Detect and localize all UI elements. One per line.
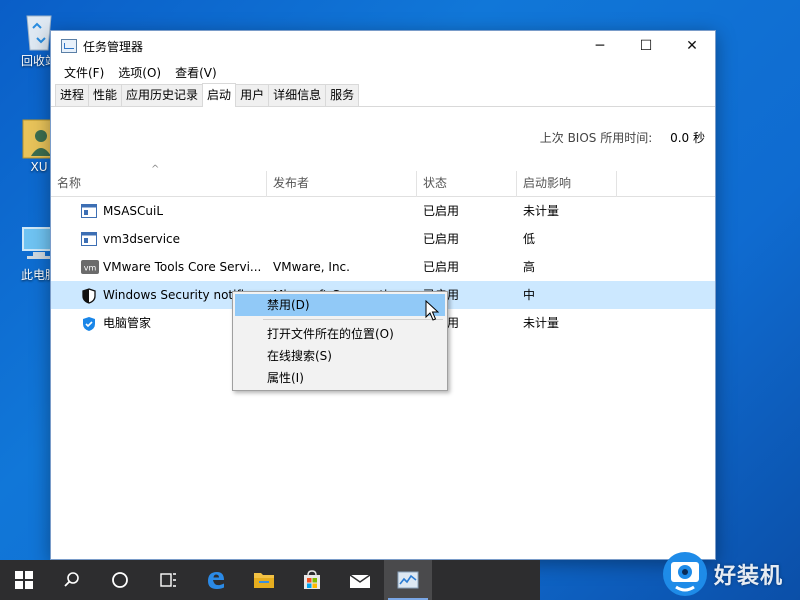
row-name: VMware Tools Core Servi... — [103, 260, 262, 274]
table-row[interactable]: vm VMware Tools Core Servi... VMware, In… — [51, 253, 715, 281]
table-row[interactable]: vm3dservice 已启用 低 — [51, 225, 715, 253]
column-publisher[interactable]: 发布者 — [267, 171, 417, 197]
menu-item-properties[interactable]: 属性(I) — [235, 367, 445, 389]
watermark-text: 好装机 — [714, 564, 784, 589]
pc-manager-icon — [81, 316, 97, 331]
cortana-icon[interactable] — [96, 560, 144, 600]
app-window-icon — [81, 232, 97, 246]
menu-item-search-online[interactable]: 在线搜索(S) — [235, 345, 445, 367]
row-name: MSASCuiL — [103, 204, 164, 218]
tab-details[interactable]: 详细信息 — [268, 84, 327, 106]
watermark-logo — [663, 552, 707, 596]
row-impact: 中 — [523, 288, 536, 302]
row-publisher: VMware, Inc. — [273, 260, 350, 274]
tab-strip: 进程 性能 应用历史记录 启动 用户 详细信息 服务 — [51, 83, 715, 107]
row-name: vm3dservice — [103, 232, 181, 246]
task-view-icon[interactable] — [144, 560, 192, 600]
tab-processes[interactable]: 进程 — [55, 84, 90, 106]
minimize-button[interactable]: ─ — [577, 31, 623, 61]
search-icon[interactable] — [48, 560, 96, 600]
window-title: 任务管理器 — [83, 39, 144, 54]
vmware-icon: vm — [81, 260, 99, 274]
bios-time-value: 0.0 秒 — [670, 131, 705, 145]
maximize-button[interactable]: ☐ — [623, 31, 669, 61]
menu-item-disable[interactable]: 禁用(D) — [235, 294, 445, 316]
row-impact: 低 — [523, 232, 536, 246]
row-publisher — [273, 225, 413, 253]
bios-time-label: 上次 BIOS 所用时间: — [539, 131, 653, 145]
close-button[interactable]: ✕ — [669, 31, 715, 61]
row-publisher — [273, 197, 413, 225]
row-impact: 未计量 — [523, 316, 560, 330]
column-startup-impact[interactable]: 启动影响 — [517, 171, 617, 197]
table-header: 名称 发布者 状态 启动影响 — [51, 171, 715, 197]
task-manager-icon[interactable] — [384, 560, 432, 600]
row-status: 已启用 — [423, 260, 460, 274]
row-status: 已启用 — [423, 204, 460, 218]
task-manager-icon — [61, 39, 77, 53]
tab-app-history[interactable]: 应用历史记录 — [121, 84, 204, 106]
tab-services[interactable]: 服务 — [325, 84, 360, 106]
table-row[interactable]: MSASCuiL 已启用 未计量 — [51, 197, 715, 225]
tab-performance[interactable]: 性能 — [88, 84, 123, 106]
row-impact: 未计量 — [523, 204, 560, 218]
mail-icon[interactable] — [336, 560, 384, 600]
bios-time: 上次 BIOS 所用时间: 0.0 秒 — [540, 129, 705, 146]
edge-icon[interactable] — [192, 560, 240, 600]
store-icon[interactable] — [288, 560, 336, 600]
menu-item-open-file-location[interactable]: 打开文件所在的位置(O) — [235, 323, 445, 345]
tab-users[interactable]: 用户 — [235, 84, 270, 106]
context-menu: 禁用(D) 打开文件所在的位置(O) 在线搜索(S) 属性(I) — [232, 291, 448, 391]
row-impact: 高 — [523, 260, 536, 274]
app-window-icon — [81, 204, 97, 218]
tab-startup[interactable]: 启动 — [202, 83, 237, 107]
file-explorer-icon[interactable] — [240, 560, 288, 600]
menu-bar: 文件(F) 选项(O) 查看(V) — [51, 61, 715, 83]
menu-separator — [263, 319, 443, 320]
column-status[interactable]: 状态 — [417, 171, 517, 197]
shield-icon — [81, 288, 97, 304]
svg-text:vm: vm — [84, 264, 97, 273]
desktop-icon-label: XU — [30, 160, 48, 174]
menu-view[interactable]: 查看(V) — [168, 64, 224, 81]
row-status: 已启用 — [423, 232, 460, 246]
menu-options[interactable]: 选项(O) — [111, 64, 168, 81]
taskbar — [0, 560, 540, 600]
start-icon[interactable] — [0, 560, 48, 600]
column-name[interactable]: 名称 — [51, 171, 267, 197]
watermark: 好装机 — [660, 548, 800, 600]
title-bar[interactable]: 任务管理器 ─ ☐ ✕ — [51, 31, 715, 61]
menu-file[interactable]: 文件(F) — [57, 64, 111, 81]
mouse-cursor-icon — [425, 299, 440, 322]
